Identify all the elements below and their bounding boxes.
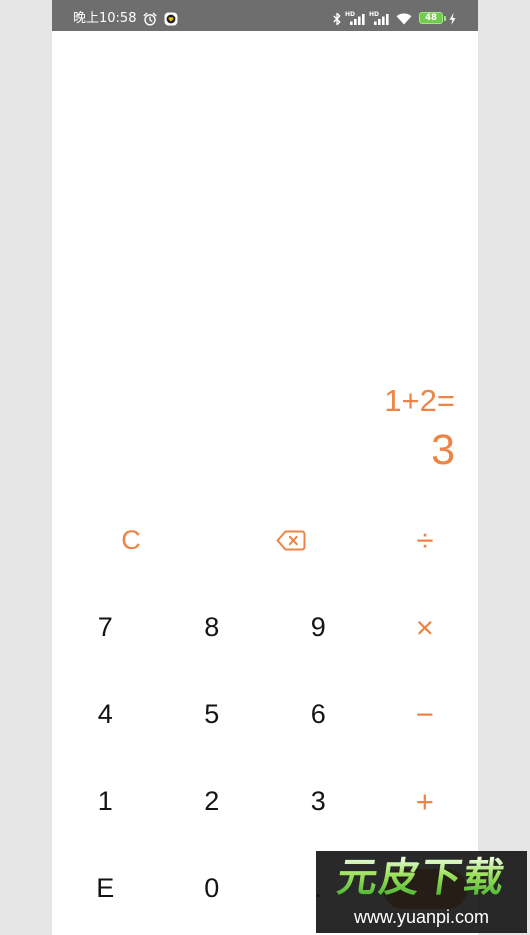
key-6[interactable]: 6 [265,671,372,758]
battery-icon: 48 [419,12,443,24]
key-4[interactable]: 4 [52,671,159,758]
battery-cap [443,15,446,21]
key-7[interactable]: 7 [52,584,159,671]
function-row: C ÷ [52,497,478,584]
key-0[interactable]: 0 [159,845,266,932]
key-e[interactable]: E [52,845,159,932]
subtract-key[interactable]: − [372,671,479,758]
signal-hd-icon: HD [345,11,366,26]
app-notification-icon [164,12,178,26]
key-2[interactable]: 2 [159,758,266,845]
add-key[interactable]: + [372,758,479,845]
key-5[interactable]: 5 [159,671,266,758]
key-8[interactable]: 8 [159,584,266,671]
watermark: 元皮下载 www.yuanpi.com [316,851,527,933]
multiply-key[interactable]: × [372,584,479,671]
backspace-icon [276,530,306,551]
alarm-clock-icon [143,12,157,26]
result-display: 3 [431,426,455,474]
divide-key[interactable]: ÷ [380,497,470,584]
clear-key[interactable]: C [86,497,176,584]
watermark-logo-text: 元皮下载 [316,855,527,901]
backspace-key[interactable] [246,497,336,584]
battery-level: 48 [425,13,437,23]
status-time: 晚上10:58 [73,11,137,26]
charging-bolt-icon [449,13,456,25]
status-bar: 晚上10:58 HD HD 48 [52,0,478,31]
key-1[interactable]: 1 [52,758,159,845]
expression-display: 1+2= [384,383,455,418]
bluetooth-icon [333,12,341,26]
calculator-screen: 晚上10:58 HD HD 48 1+2= 3 C ÷ 7 8 9 × 4 5 … [52,0,478,935]
watermark-url: www.yuanpi.com [353,907,490,927]
wifi-icon [396,13,412,25]
key-3[interactable]: 3 [265,758,372,845]
key-9[interactable]: 9 [265,584,372,671]
signal-hd-icon: HD [369,11,390,26]
